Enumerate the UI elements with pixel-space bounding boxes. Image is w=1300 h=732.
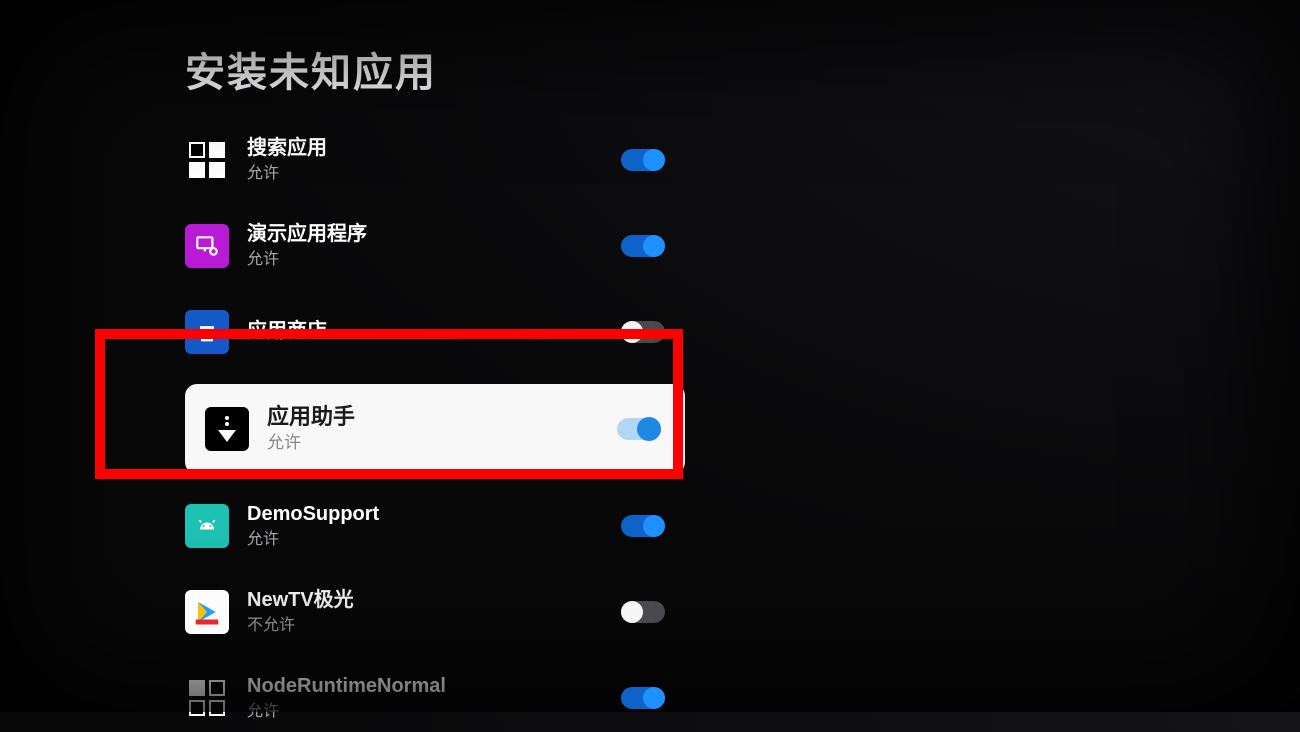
page-title: 安装未知应用	[185, 40, 1300, 98]
app-name-label: 演示应用程序	[247, 221, 601, 247]
grid-outline-icon	[185, 676, 229, 720]
app-row-store[interactable]: 应用商店	[185, 298, 665, 366]
toggle-switch[interactable]	[621, 321, 665, 343]
download-triangle-icon	[205, 407, 249, 451]
toggle-switch[interactable]	[621, 687, 665, 709]
android-icon	[185, 504, 229, 548]
app-status-label: 不允许	[247, 615, 601, 637]
app-row-assistant[interactable]: 应用助手 允许	[185, 384, 685, 474]
app-status-label: 允许	[267, 432, 597, 454]
app-row-newtv[interactable]: NewTV极光 不允许	[185, 578, 665, 646]
app-list: 搜索应用 允许 演示应用程序 允许	[185, 126, 1300, 732]
app-name-label: DemoSupport	[247, 501, 601, 527]
newtv-play-icon	[185, 590, 229, 634]
toggle-switch[interactable]	[621, 235, 665, 257]
app-row-demosupport[interactable]: DemoSupport 允许	[185, 492, 665, 560]
grid-icon	[185, 138, 229, 182]
app-name-label: 应用商店	[247, 318, 601, 344]
app-status-label: 允许	[247, 163, 601, 185]
app-name-label: 搜索应用	[247, 135, 601, 161]
app-status-label: 允许	[247, 529, 601, 551]
app-name-label: 应用助手	[267, 404, 597, 430]
app-name-label: NodeRuntimeNormal	[247, 673, 601, 699]
app-name-label: NewTV极光	[247, 587, 601, 613]
toggle-switch[interactable]	[617, 418, 661, 440]
app-row-noderuntime[interactable]: NodeRuntimeNormal 允许	[185, 664, 665, 732]
app-status-label: 允许	[247, 249, 601, 271]
shopping-bag-icon	[185, 310, 229, 354]
app-status-label: 允许	[247, 701, 601, 723]
toggle-switch[interactable]	[621, 149, 665, 171]
toggle-switch[interactable]	[621, 515, 665, 537]
toggle-switch[interactable]	[621, 601, 665, 623]
app-row-demo[interactable]: 演示应用程序 允许	[185, 212, 665, 280]
app-row-search[interactable]: 搜索应用 允许	[185, 126, 665, 194]
presentation-icon	[185, 224, 229, 268]
